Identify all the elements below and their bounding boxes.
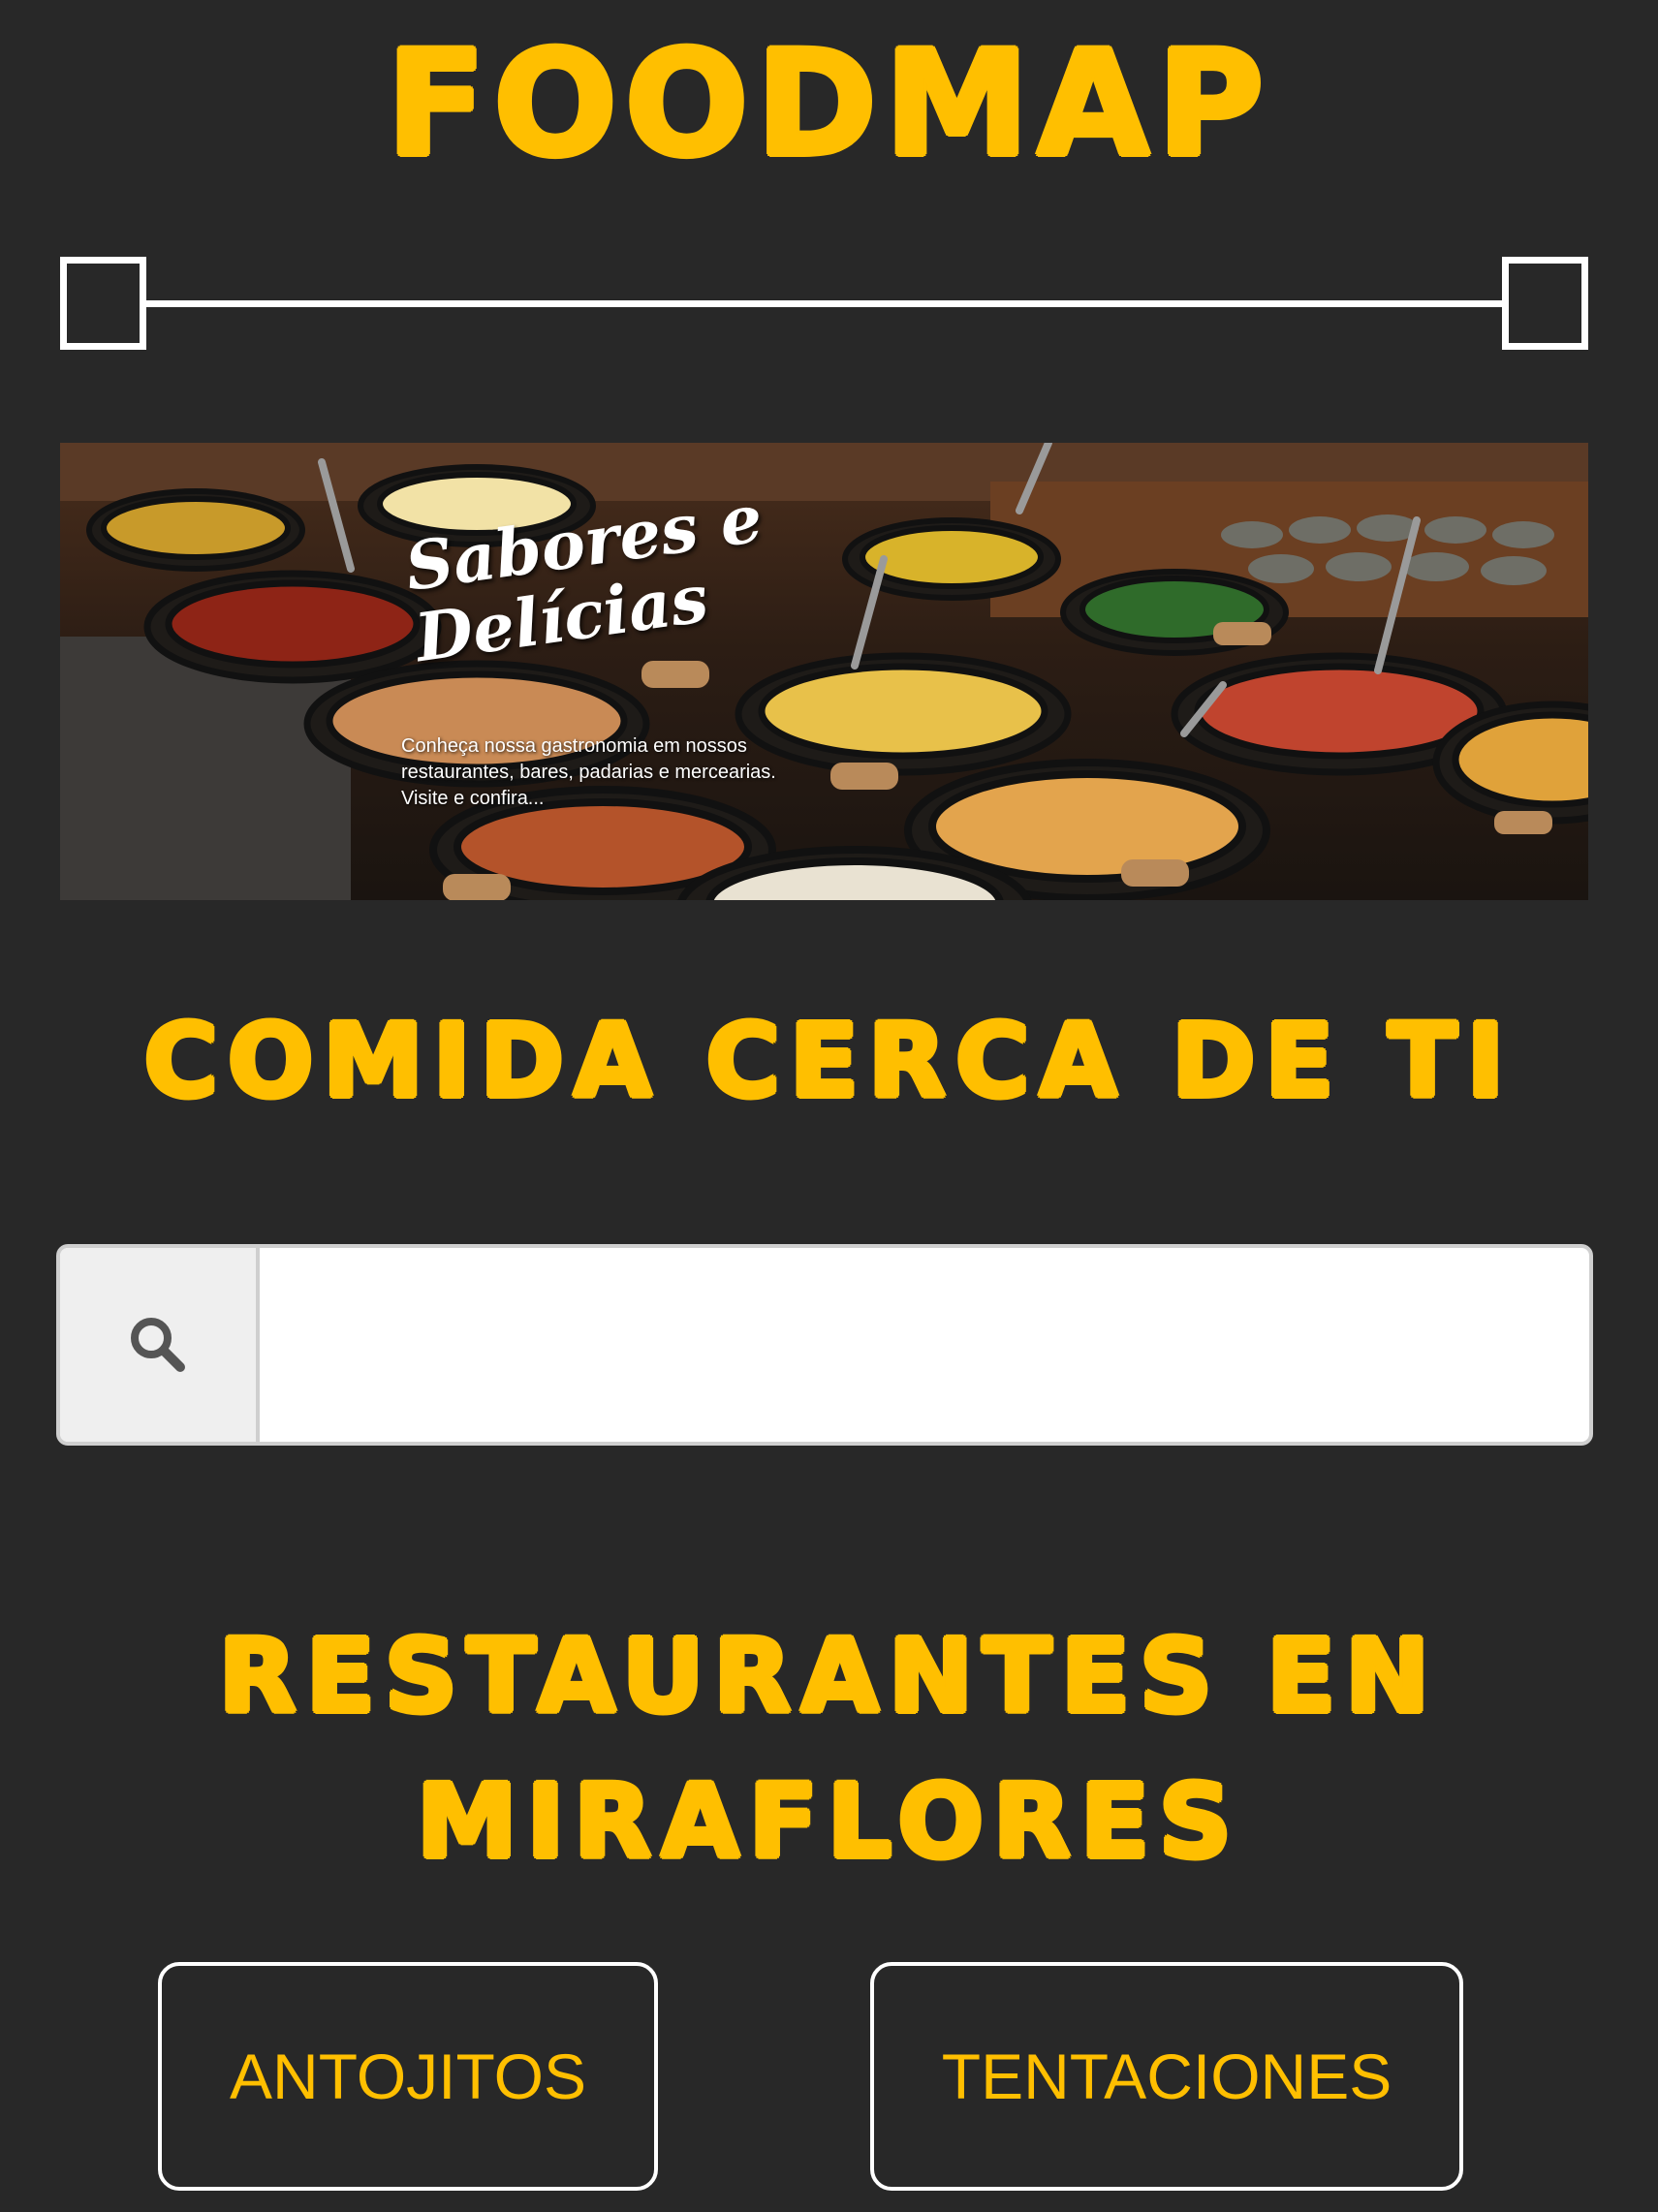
search-icon[interactable] (60, 1248, 260, 1442)
promo-banner: Sabores e Delícias Conheça nossa gastron… (60, 443, 1588, 900)
search-input[interactable] (260, 1248, 1589, 1442)
restaurants-section-title: RESTAURANTES EN MIRAFLORES (217, 1616, 1440, 1883)
range-slider[interactable] (60, 257, 1588, 350)
magnifier-glyph (131, 1318, 185, 1372)
slider-handle-min[interactable] (60, 257, 146, 350)
app-logo: FOODMAP (385, 20, 1272, 189)
nearby-food-heading: COMIDA CERCA DE TI (142, 1002, 1515, 1121)
banner-caption: Conheça nossa gastronomia em nossos rest… (401, 735, 776, 809)
category-tentaciones-button[interactable]: TENTACIONES (870, 1962, 1463, 2191)
slider-track (99, 300, 1549, 307)
category-antojitos-button[interactable]: ANTOJITOS (158, 1962, 658, 2191)
slider-handle-max[interactable] (1502, 257, 1588, 350)
search-box (56, 1244, 1593, 1446)
